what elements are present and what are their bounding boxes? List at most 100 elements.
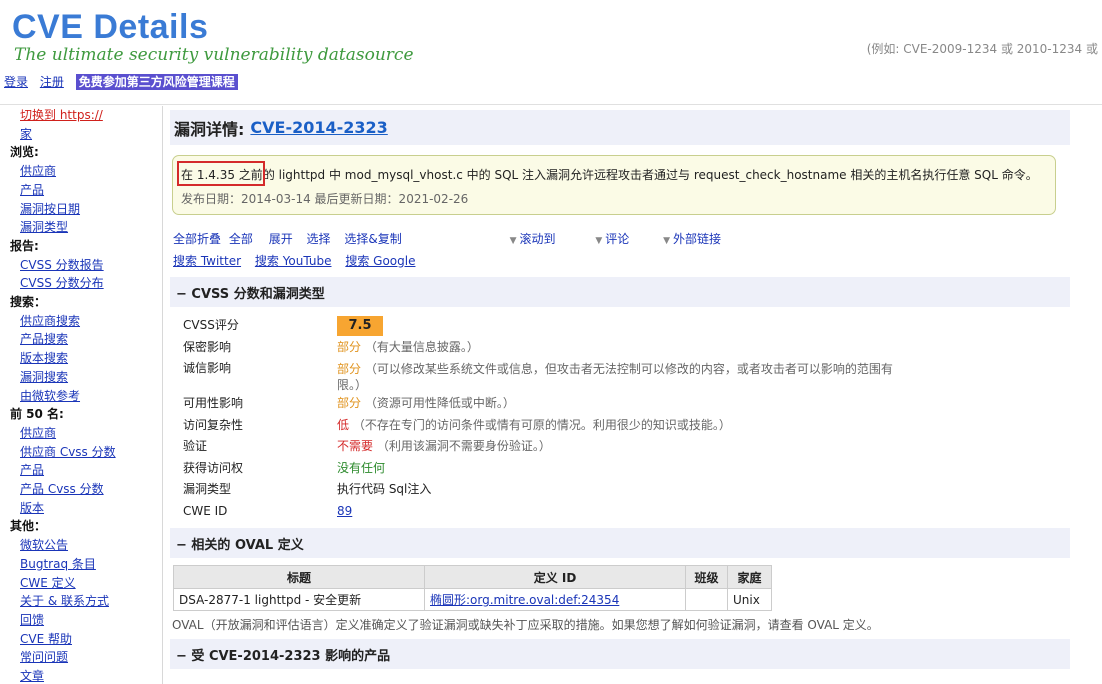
oval-row-definition-cell: 椭圆形:org.mitre.oval:def:24354 [424, 588, 686, 611]
cve-id-link[interactable]: CVE-2014-2323 [250, 118, 387, 137]
sidebar-item-bugtraq[interactable]: Bugtraq 条目 [20, 557, 96, 571]
oval-table-header: 标题 定义 ID 班级 家庭 [173, 565, 772, 589]
sidebar-section-browse: 浏览: [10, 145, 39, 160]
gained-access-label: 获得访问权 [183, 460, 244, 475]
gained-access-value: 没有任何 [337, 460, 386, 475]
scroll-to-dropdown-icon: ▼ [509, 236, 517, 246]
sidebar: 切换到 https:// 家 浏览: 供应商 产品 漏洞按日期 漏洞类型 报告:… [0, 106, 163, 684]
table-row: DSA-2877-1 lighttpd - 安全更新 椭圆形:org.mitre… [173, 588, 772, 611]
external-links-dropdown[interactable]: 外部链接 [673, 232, 721, 246]
login-link[interactable]: 登录 [4, 75, 28, 89]
sidebar-item-top-vendor-cvss[interactable]: 供应商 Cvss 分数 [20, 445, 116, 459]
search-twitter-link[interactable]: 搜索 Twitter [173, 254, 241, 268]
sidebar-item-products[interactable]: 产品 [20, 183, 44, 197]
vuln-type-value: 执行代码 Sql注入 [337, 482, 432, 496]
oval-row-title: DSA-2877-1 lighttpd - 安全更新 [173, 588, 425, 611]
page-title-bar: 漏洞详情: CVE-2014-2323 [170, 110, 1070, 145]
sidebar-item-cvss-report[interactable]: CVSS 分数报告 [20, 258, 104, 272]
integrity-value: 部分 [337, 362, 362, 376]
oval-row-class [685, 588, 728, 611]
access-complexity-label: 访问复杂性 [183, 417, 244, 432]
sidebar-item-ms-reference[interactable]: 由微软参考 [20, 389, 80, 403]
availability-label: 可用性影响 [183, 396, 244, 410]
vuln-type-label: 漏洞类型 [183, 482, 232, 496]
cvss-score-label: CVSS评分 [183, 318, 239, 332]
vuln-summary-box: 在 1.4.35 之前的 lighttpd 中 mod_mysql_vhost.… [172, 155, 1056, 215]
integrity-label: 诚信影响 [183, 361, 232, 375]
authentication-label: 验证 [183, 439, 208, 453]
sidebar-item-cve-help[interactable]: CVE 帮助 [20, 632, 72, 646]
availability-value: 部分 [337, 396, 362, 410]
register-link[interactable]: 注册 [40, 75, 64, 89]
oval-note: OVAL（开放漏洞和评估语言）定义准确定义了验证漏洞或缺失补丁应采取的措施。如果… [172, 618, 879, 632]
sidebar-item-version-search[interactable]: 版本搜索 [20, 351, 68, 365]
select-copy-button[interactable]: 选择&复制 [344, 232, 401, 246]
confidentiality-note: （有大量信息披露。） [364, 339, 479, 354]
integrity-note: （可以修改某些系统文件或信息，但攻击者无法控制可以修改的内容，或者攻击者可以影响… [337, 362, 893, 392]
confidentiality-value: 部分 [337, 339, 362, 354]
sidebar-item-faq[interactable]: 常问问题 [20, 650, 68, 664]
site-header: CVE Details The ultimate security vulner… [0, 0, 1102, 104]
sidebar-home: 家 [10, 125, 162, 144]
external-links-dropdown-icon: ▼ [663, 236, 671, 246]
expand-button[interactable]: 展开 [269, 232, 293, 246]
cwe-id-label: CWE ID [183, 503, 228, 518]
confidentiality-label: 保密影响 [183, 339, 232, 354]
promo-course-link[interactable]: 免费参加第三方风险管理课程 [75, 74, 238, 90]
sidebar-item-top-versions[interactable]: 版本 [20, 501, 44, 515]
authentication-value: 不需要 [337, 439, 374, 453]
main-content: 漏洞详情: CVE-2014-2323 在 1.4.35 之前的 lighttp… [170, 110, 1070, 669]
oval-table: 标题 定义 ID 班级 家庭 DSA-2877-1 lighttpd - 安全更… [173, 565, 772, 611]
collapse-all-button[interactable]: 全部折叠 [173, 232, 221, 246]
search-google-link[interactable]: 搜索 Google [345, 254, 415, 268]
sidebar-item-ms-bulletins[interactable]: 微软公告 [20, 538, 68, 552]
oval-col-title: 标题 [173, 565, 425, 589]
sidebar-item-vulns-by-date[interactable]: 漏洞按日期 [20, 202, 80, 216]
sidebar-item-cwe-definitions[interactable]: CWE 定义 [20, 576, 76, 590]
access-complexity-note: （不存在专门的访问条件或情有可原的情况。利用很少的知识或技能。） [352, 417, 731, 432]
availability-note: （资源可用性降低或中断。） [364, 396, 515, 410]
sidebar-item-vendors[interactable]: 供应商 [20, 164, 56, 178]
oval-definition-link[interactable]: 椭圆形:org.mitre.oval:def:24354 [430, 593, 619, 607]
oval-col-class: 班级 [685, 565, 728, 589]
cvss-section-header[interactable]: − CVSS 分数和漏洞类型 [170, 277, 1070, 307]
cvss-score-badge: 7.5 [337, 316, 383, 336]
sidebar-item-articles[interactable]: 文章 [20, 669, 44, 683]
sidebar-https-switch: 切换到 https:// [10, 106, 162, 125]
home-link[interactable]: 家 [20, 127, 32, 141]
oval-row-family: Unix [727, 588, 772, 611]
search-youtube-link[interactable]: 搜索 YouTube [255, 254, 332, 268]
site-logo-subtitle: The ultimate security vulnerability data… [14, 45, 414, 65]
oval-section-header[interactable]: − 相关的 OVAL 定义 [170, 528, 1070, 558]
top-links: 登录 注册 免费参加第三方风险管理课程 [4, 73, 246, 90]
sidebar-item-vendor-search[interactable]: 供应商搜索 [20, 314, 80, 328]
sidebar-section-reports: 报告: [10, 238, 39, 253]
collapse-all-all-button[interactable]: 全部 [229, 232, 253, 246]
cwe-id-link[interactable]: 89 [337, 504, 352, 518]
https-switch-link[interactable]: 切换到 https:// [20, 108, 103, 122]
sidebar-item-product-search[interactable]: 产品搜索 [20, 332, 68, 346]
comments-dropdown-icon: ▼ [595, 236, 603, 246]
header-divider [0, 104, 1102, 105]
sidebar-item-top-product-cvss[interactable]: 产品 Cvss 分数 [20, 482, 104, 496]
comments-dropdown[interactable]: 评论 [605, 232, 629, 246]
select-button[interactable]: 选择 [307, 232, 331, 246]
publish-dates: 发布日期：2014-03-14 最后更新日期：2021-02-26 [181, 192, 469, 206]
oval-col-family: 家庭 [727, 565, 772, 589]
description-text: 的 lighttpd 中 mod_mysql_vhost.c 中的 SQL 注入… [262, 168, 1038, 182]
sidebar-item-feedback[interactable]: 回馈 [20, 613, 44, 627]
cvss-details: CVSS评分 7.5 保密影响 部分 （有大量信息披露。） 诚信影响 部分 （可以修改… [170, 315, 1070, 522]
affected-products-section-header[interactable]: − 受 CVE-2014-2323 影响的产品 [170, 639, 1070, 669]
site-logo-title[interactable]: CVE Details [12, 8, 208, 47]
sidebar-item-vuln-search[interactable]: 漏洞搜索 [20, 370, 68, 384]
sidebar-item-about-contact[interactable]: 关于 & 联系方式 [20, 594, 109, 608]
sidebar-item-top-vendors[interactable]: 供应商 [20, 426, 56, 440]
page-title-label: 漏洞详情: [174, 119, 245, 139]
vuln-description: 在 1.4.35 之前的 lighttpd 中 mod_mysql_vhost.… [177, 161, 1047, 186]
access-complexity-value: 低 [337, 417, 350, 432]
scroll-to-dropdown[interactable]: 滚动到 [519, 232, 555, 246]
sidebar-item-top-products[interactable]: 产品 [20, 463, 44, 477]
actions-toolbar: 全部折叠 全部 展开 选择 选择&复制 ▼ 滚动到 ▼ 评论 ▼ 外部链接 搜索 Tw… [173, 229, 1070, 271]
sidebar-item-vuln-types[interactable]: 漏洞类型 [20, 220, 68, 234]
sidebar-item-cvss-distribution[interactable]: CVSS 分数分布 [20, 276, 104, 290]
